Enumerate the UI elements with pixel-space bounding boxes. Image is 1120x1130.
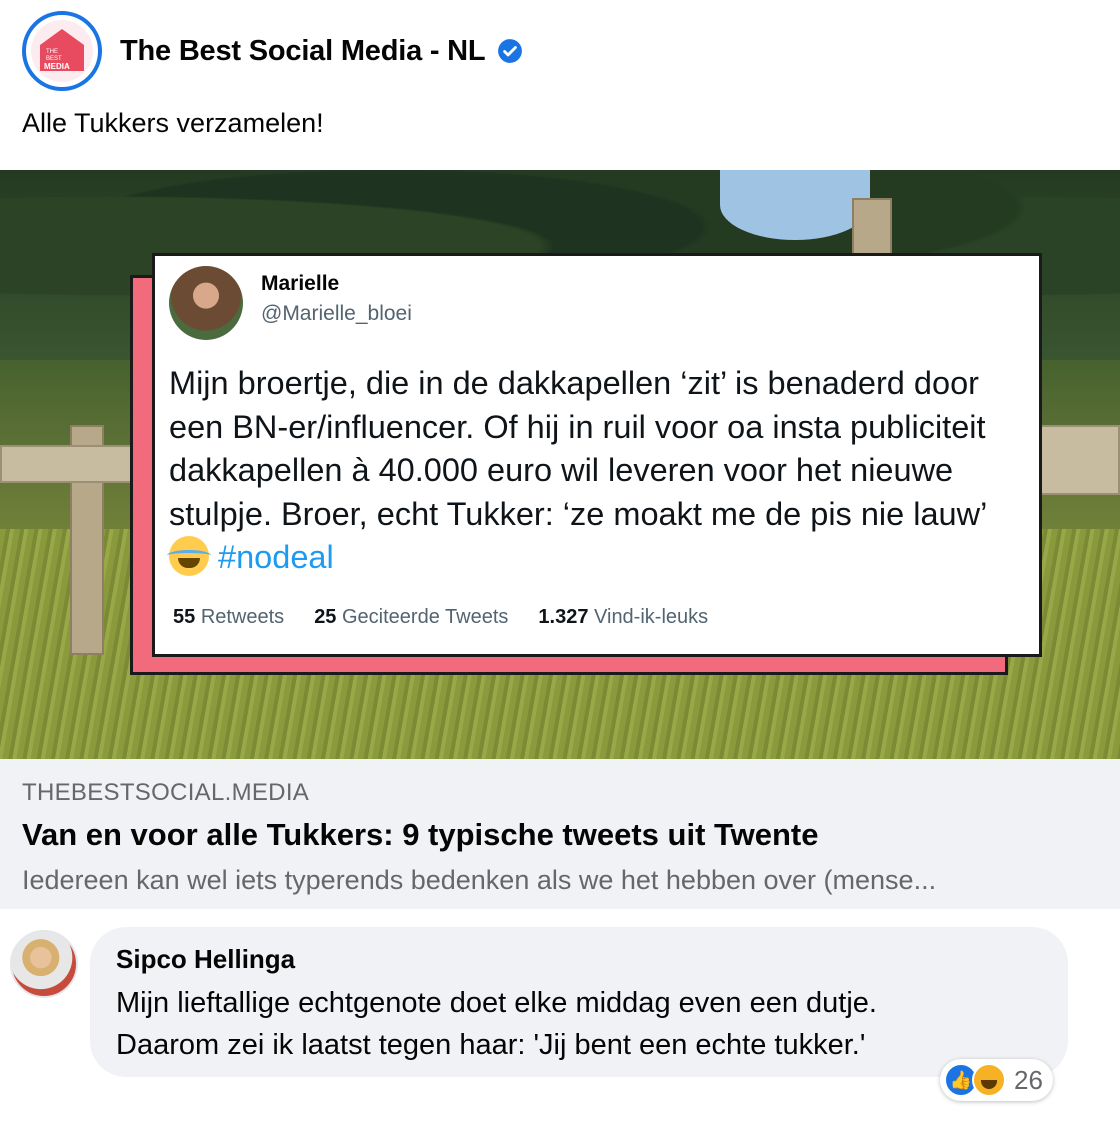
tweet-avatar	[169, 266, 243, 340]
fence-post	[852, 198, 892, 258]
link-description: Iedereen kan wel iets typerends bedenken…	[22, 865, 937, 895]
comment-bubble: Sipco Hellinga Mijn lieftallige echtgeno…	[90, 927, 1068, 1077]
background-sky	[720, 170, 870, 240]
tweet-stat-likes: 1.327 Vind-ik-leuks	[538, 606, 709, 628]
tweet-card: Marielle @Marielle_bloei Mijn broertje, …	[152, 253, 1042, 657]
post-header: THE BEST MEDIA The Best Social Media - N…	[22, 10, 523, 92]
tweet-stat-retweets: 55 Retweets	[173, 606, 285, 628]
svg-text:THE: THE	[46, 49, 58, 55]
comment-text: Mijn lieftallige echtgenote doet elke mi…	[116, 982, 877, 1066]
reaction-count: 26	[1014, 1064, 1043, 1095]
link-domain: THEBESTSOCIAL.MEDIA	[22, 779, 310, 806]
comment-line: Daarom zei ik laatst tegen haar: 'Jij be…	[116, 1029, 866, 1061]
haha-reaction-icon	[972, 1063, 1006, 1097]
link-preview-image[interactable]: Marielle @Marielle_bloei Mijn broertje, …	[0, 170, 1120, 759]
tweet-stats: 55 Retweets 25 Geciteerde Tweets 1.327 V…	[173, 606, 708, 629]
page-avatar[interactable]: THE BEST MEDIA	[22, 11, 102, 91]
tweet-body: Mijn broertje, die in de dakkapellen ‘zi…	[167, 362, 1035, 580]
tears-of-joy-emoji-icon	[167, 536, 211, 576]
page-logo: THE BEST MEDIA	[31, 20, 93, 82]
link-title[interactable]: Van en voor alle Tukkers: 9 typische twe…	[22, 817, 819, 853]
link-preview-meta[interactable]: THEBESTSOCIAL.MEDIA Van en voor alle Tuk…	[0, 759, 1120, 909]
tweet-hashtag: #nodeal	[218, 539, 334, 575]
post-text: Alle Tukkers verzamelen!	[22, 108, 324, 138]
tweet-text: Mijn broertje, die in de dakkapellen ‘zi…	[169, 365, 987, 532]
svg-text:MEDIA: MEDIA	[44, 62, 70, 71]
fence-rail	[0, 445, 140, 483]
comment-line: Mijn lieftallige echtgenote doet elke mi…	[116, 987, 877, 1019]
fence-rail	[1040, 425, 1120, 495]
comment-author[interactable]: Sipco Hellinga	[116, 944, 295, 975]
comment-reactions[interactable]: 👍 26	[940, 1059, 1053, 1101]
page-name[interactable]: The Best Social Media - NL	[120, 35, 486, 68]
tweet-stat-quotes: 25 Geciteerde Tweets	[314, 606, 509, 628]
brand-logo-icon: THE BEST MEDIA	[40, 29, 84, 71]
tweet-author-name: Marielle	[261, 272, 340, 295]
comment-avatar[interactable]	[10, 930, 78, 998]
verified-badge-icon	[498, 39, 523, 63]
tweet-author-handle: @Marielle_bloei	[261, 302, 412, 325]
